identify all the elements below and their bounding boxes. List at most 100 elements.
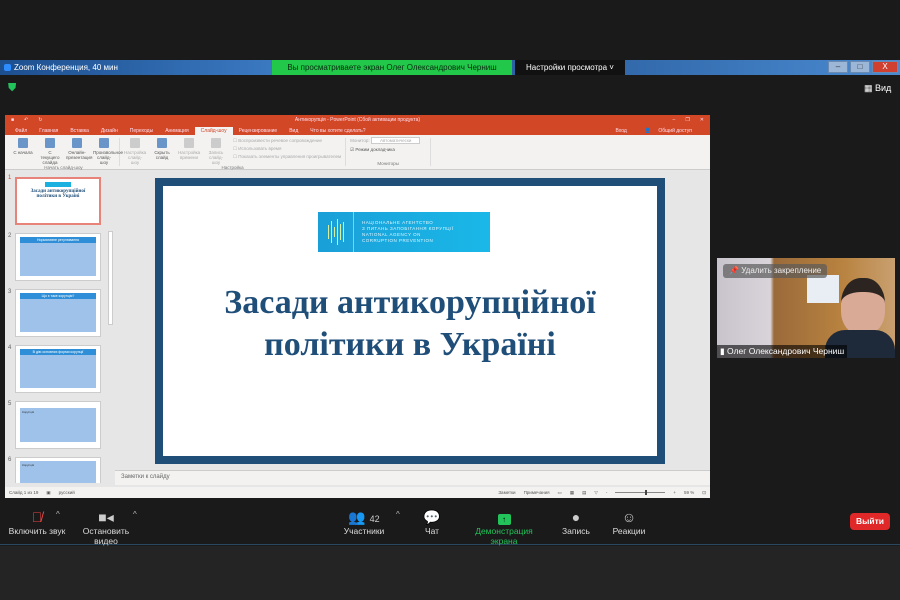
signin-link[interactable]: Вход bbox=[609, 127, 632, 135]
record-button[interactable]: ● Запись bbox=[560, 508, 592, 536]
spellcheck-icon[interactable]: ▣ bbox=[46, 490, 50, 496]
tab-review[interactable]: Рецензирование bbox=[233, 127, 284, 135]
zoom-out-button[interactable]: - bbox=[606, 490, 608, 495]
tab-transitions[interactable]: Переходы bbox=[124, 127, 159, 135]
view-button[interactable]: ▦ Вид bbox=[864, 83, 891, 94]
sorter-view-icon[interactable]: ▦ bbox=[570, 490, 574, 496]
record-icon: ● bbox=[571, 509, 581, 525]
slideshow-view-icon[interactable]: ▽ bbox=[594, 490, 597, 496]
maximize-button[interactable]: □ bbox=[850, 61, 870, 73]
minimize-button[interactable]: – bbox=[828, 61, 848, 73]
hide-slide-button[interactable]: Скрыть слайд bbox=[151, 138, 173, 165]
fit-slide-icon[interactable]: ⊡ bbox=[702, 490, 706, 496]
thumb-number: 5 bbox=[8, 401, 12, 407]
slide-thumbnails-pane: 1 Засади антикорупційної політики в Укра… bbox=[5, 171, 113, 483]
signal-icon: ▮ bbox=[720, 346, 728, 356]
audio-options-caret[interactable]: ^ bbox=[56, 510, 60, 519]
ppt-close-button[interactable]: ✕ bbox=[700, 117, 704, 123]
security-shield-icon[interactable]: ⛊ bbox=[8, 82, 16, 95]
redo-icon[interactable]: ↻ bbox=[38, 117, 42, 123]
thumb-number: 4 bbox=[8, 345, 12, 351]
view-settings-button[interactable]: Настройки просмотра ˅ bbox=[515, 60, 625, 75]
ribbon-group-start: С начала С текущего слайда Онлайн-презен… bbox=[8, 138, 123, 170]
ribbon-group-setup: Настройка слайд-шоу Скрыть слайд Настрой… bbox=[120, 138, 347, 170]
language[interactable]: русский bbox=[59, 490, 75, 495]
zoom-slider[interactable] bbox=[615, 490, 666, 495]
tab-file[interactable]: Файл bbox=[9, 127, 33, 135]
notes-button[interactable]: Заметки bbox=[498, 490, 515, 495]
ribbon-group-monitors: Монитор: Автоматически ☑ Режим докладчик… bbox=[346, 137, 432, 166]
thumb-title: Що є таке корупція? bbox=[20, 293, 96, 299]
play-narrations-checkbox[interactable]: ☐ Воспроизвести речевое сопровождение bbox=[233, 138, 341, 144]
chat-button[interactable]: 💬 Чат bbox=[420, 508, 444, 536]
slide-counter: Слайд 1 из 19 bbox=[9, 490, 39, 495]
share-screen-button[interactable]: ↑ Демонстрация экрана bbox=[462, 508, 546, 546]
notes-pane[interactable]: Заметки к слайду bbox=[115, 470, 710, 485]
ppt-title-bar: ■ ↶ ↻ Антикорупція - PowerPoint (Сбой акти… bbox=[5, 115, 710, 125]
record-slideshow-button[interactable]: Запись слайд-шоу bbox=[205, 138, 227, 165]
slide-thumbnail[interactable]: Засади антикорупційної політики в Україн… bbox=[15, 177, 101, 225]
group-label: Настройка bbox=[221, 165, 244, 170]
ribbon-tabs: Файл Главная Вставка Дизайн Переходы Ани… bbox=[5, 125, 710, 135]
participants-caret[interactable]: ^ bbox=[396, 510, 400, 519]
thumb-title: Корупція bbox=[22, 410, 35, 414]
tab-animations[interactable]: Анимация bbox=[159, 127, 194, 135]
participants-button[interactable]: 👥 42 Участники bbox=[342, 508, 386, 536]
bottom-area bbox=[0, 546, 900, 600]
normal-view-icon[interactable]: ▭ bbox=[558, 490, 562, 496]
current-slide[interactable]: НАЦІОНАЛЬНЕ АГЕНТСТВО З ПИТАНЬ ЗАПОБІГАНН… bbox=[155, 178, 665, 464]
video-options-caret[interactable]: ^ bbox=[133, 510, 137, 519]
leave-button[interactable]: Выйти bbox=[850, 513, 890, 530]
presenter-view-checkbox[interactable]: ☑ Режим докладчика bbox=[350, 147, 426, 153]
reactions-button[interactable]: ☺ Реакции bbox=[612, 508, 646, 536]
viewing-banner: Вы просматриваете экран Олег Олександров… bbox=[272, 60, 512, 75]
unpin-button[interactable]: 📌 Удалить закрепление bbox=[723, 264, 828, 278]
camera-icon: ■◂ bbox=[98, 509, 114, 525]
close-button[interactable]: X bbox=[872, 61, 898, 73]
stop-video-button[interactable]: ■◂ Остановить видео bbox=[70, 508, 142, 546]
ribbon: С начала С текущего слайда Онлайн-презен… bbox=[5, 135, 710, 170]
slide-thumbnail[interactable]: Корупція bbox=[15, 457, 101, 483]
ppt-minimize-button[interactable]: – bbox=[673, 117, 676, 123]
tell-me-search[interactable]: Что вы хотите сделать? bbox=[304, 127, 371, 135]
monitor-select[interactable]: Автоматически bbox=[370, 137, 421, 144]
slide-title: Засади антикорупційної політики в Україні bbox=[224, 284, 596, 363]
tab-slideshow[interactable]: Слайд-шоу bbox=[194, 127, 233, 135]
show-media-controls-checkbox[interactable]: ☐ Показать элементы управления проигрыва… bbox=[233, 154, 341, 160]
reading-view-icon[interactable]: ▤ bbox=[582, 490, 586, 496]
thumb-number: 2 bbox=[8, 233, 12, 239]
tab-insert[interactable]: Вставка bbox=[64, 127, 95, 135]
setup-slideshow-button[interactable]: Настройка слайд-шоу bbox=[124, 138, 146, 165]
tab-home[interactable]: Главная bbox=[33, 127, 64, 135]
tab-view[interactable]: Вид bbox=[283, 127, 304, 135]
zoom-in-button[interactable]: + bbox=[673, 490, 676, 495]
participants-icon: 👥 bbox=[348, 509, 366, 525]
save-icon[interactable]: ■ bbox=[11, 117, 14, 123]
slide-thumbnail[interactable]: В дію основних форми корупції bbox=[15, 345, 101, 393]
status-bar: Слайд 1 из 19 ▣ русский Заметки Примечан… bbox=[5, 487, 710, 498]
online-present-button[interactable]: Онлайн-презентация bbox=[66, 138, 92, 165]
window-controls: – □ X bbox=[828, 61, 898, 73]
zoom-level[interactable]: 59 % bbox=[684, 490, 694, 495]
from-current-button[interactable]: С текущего слайда bbox=[39, 138, 61, 165]
share-label: Общий доступ bbox=[658, 128, 692, 134]
from-beginning-button[interactable]: С начала bbox=[12, 138, 34, 165]
comments-button[interactable]: Примечания bbox=[524, 490, 550, 495]
ppt-title: Антикорупція - PowerPoint (Сбой активаци… bbox=[294, 117, 421, 123]
custom-slideshow-button[interactable]: Произвольное слайд-шоу bbox=[93, 138, 123, 165]
nazk-logo: НАЦІОНАЛЬНЕ АГЕНТСТВО З ПИТАНЬ ЗАПОБІГАНН… bbox=[318, 212, 490, 252]
use-timings-checkbox[interactable]: ☐ Использовать время bbox=[233, 146, 341, 152]
slide-thumbnail[interactable]: Що є таке корупція? bbox=[15, 289, 101, 337]
undo-icon[interactable]: ↶ bbox=[24, 117, 28, 123]
logo-bars-icon bbox=[318, 212, 354, 252]
pinned-video[interactable]: 📌 Удалить закрепление ▮ Олег Олександров… bbox=[717, 258, 895, 358]
view-label: Вид bbox=[875, 83, 892, 93]
share-button[interactable]: 👤 Общий доступ bbox=[639, 127, 704, 135]
slide-thumbnail[interactable]: Нормативне регулювання bbox=[15, 233, 101, 281]
ppt-restore-button[interactable]: ❐ bbox=[685, 117, 689, 123]
thumbnails-scrollbar[interactable] bbox=[108, 231, 113, 325]
slide-thumbnail[interactable]: Корупція bbox=[15, 401, 101, 449]
thumb-number: 1 bbox=[8, 175, 12, 181]
tab-design[interactable]: Дизайн bbox=[95, 127, 124, 135]
rehearse-timings-button[interactable]: Настройка времени bbox=[178, 138, 200, 165]
